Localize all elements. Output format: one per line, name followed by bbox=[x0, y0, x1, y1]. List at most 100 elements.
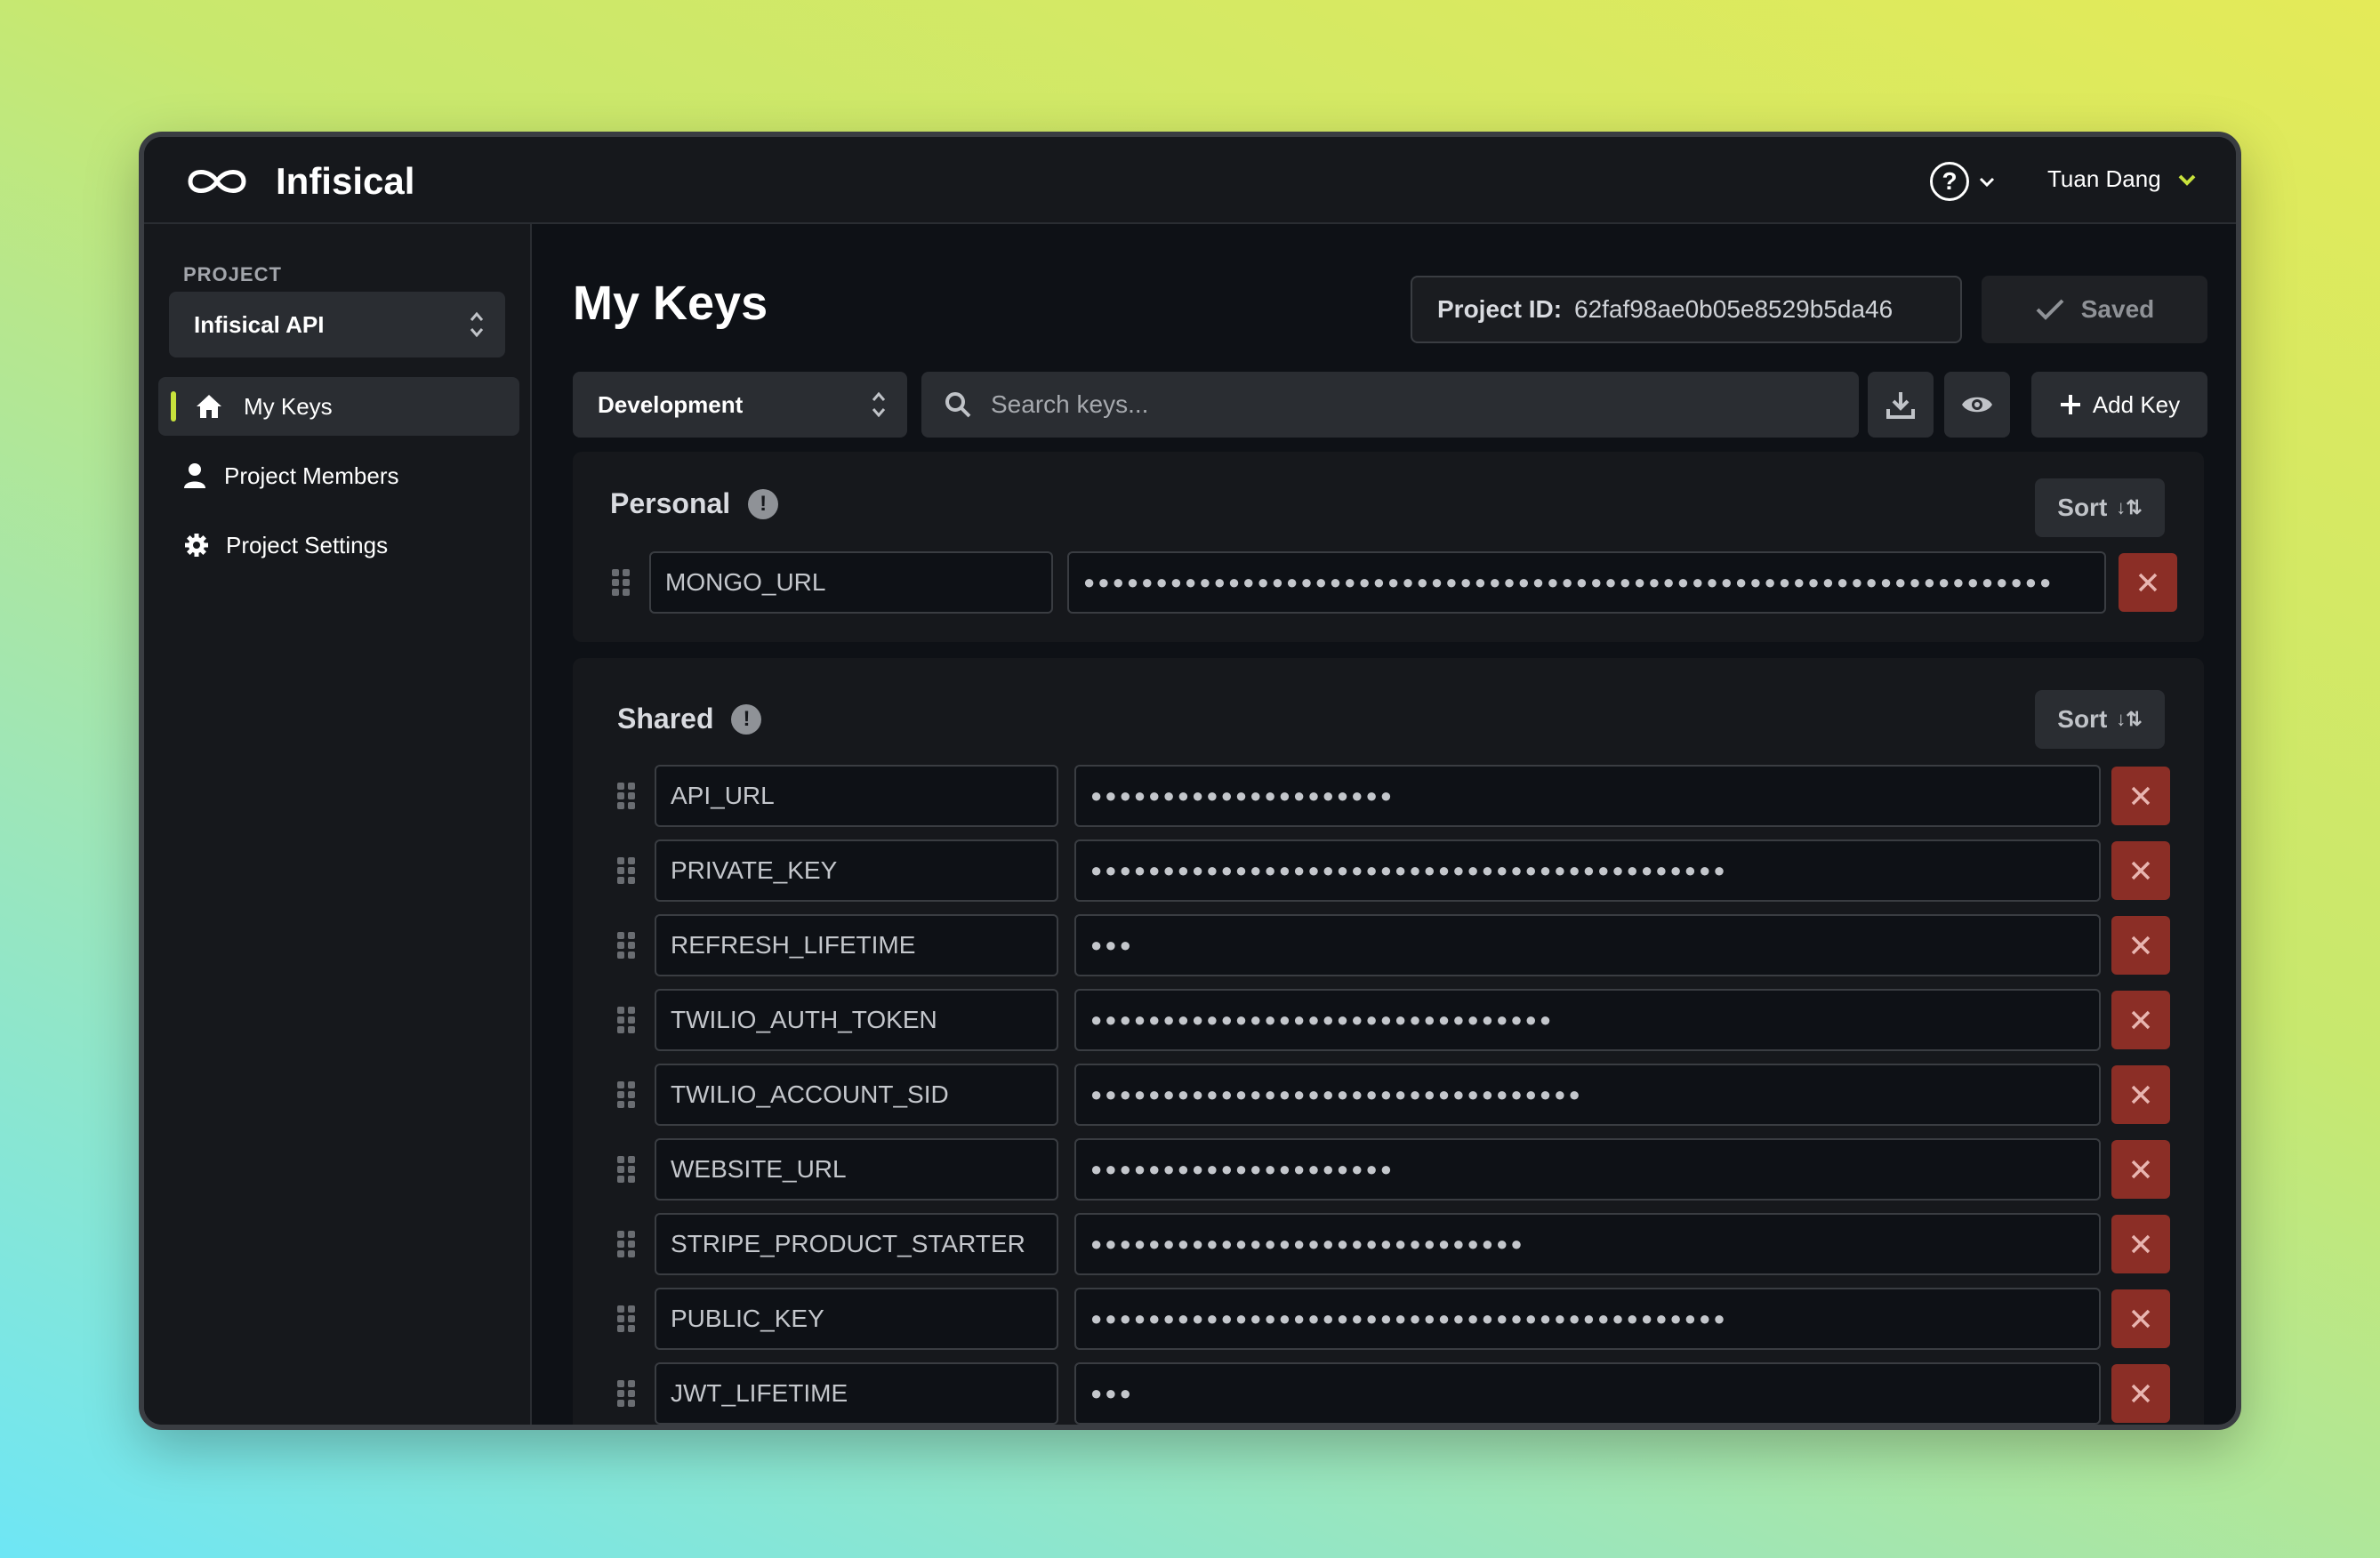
eye-icon bbox=[1962, 397, 1992, 413]
delete-key-button[interactable] bbox=[2111, 1289, 2170, 1348]
table-row: API_URL ●●●●●●●●●●●●●●●●●●●●● bbox=[573, 765, 2204, 827]
sort-icon: ↓⇅ bbox=[2116, 496, 2143, 518]
chevron-updown-icon bbox=[872, 391, 886, 418]
drag-handle-icon[interactable] bbox=[617, 1156, 637, 1183]
help-icon: ? bbox=[1930, 162, 1969, 201]
infinity-logo-icon bbox=[188, 170, 246, 193]
drag-handle-icon[interactable] bbox=[612, 569, 631, 596]
key-name-field[interactable]: JWT_LIFETIME bbox=[655, 1362, 1058, 1425]
delete-key-button[interactable] bbox=[2111, 991, 2170, 1049]
sidebar-item-label: My Keys bbox=[244, 392, 333, 420]
drag-handle-icon[interactable] bbox=[617, 783, 637, 809]
table-row: REFRESH_LIFETIME ●●● bbox=[573, 914, 2204, 976]
saved-button[interactable]: Saved bbox=[1982, 276, 2207, 343]
personal-section: Personal ! Sort ↓⇅ MONGO_URL ●●●●●●●●●●●… bbox=[573, 452, 2204, 642]
search-box bbox=[921, 372, 1859, 438]
sidebar: PROJECT Infisical API My Keys Project Me… bbox=[144, 224, 532, 1425]
key-value-field[interactable]: ●●●●●●●●●●●●●●●●●●●●●●●●●●●●●●●●●●●●●●●●… bbox=[1074, 839, 2101, 902]
key-name-field[interactable]: PUBLIC_KEY bbox=[655, 1288, 1058, 1350]
sidebar-item-project-settings[interactable]: Project Settings bbox=[158, 516, 519, 574]
home-icon bbox=[194, 391, 224, 422]
key-value-field[interactable]: ●●●●●●●●●●●●●●●●●●●●●●●●●●●●●●●●●● bbox=[1074, 1064, 2101, 1126]
key-name-field[interactable]: TWILIO_ACCOUNT_SID bbox=[655, 1064, 1058, 1126]
close-icon bbox=[2131, 1160, 2151, 1179]
shared-section: Shared ! Sort ↓⇅ API_URL ●●●●●●●●●●●●●●●●… bbox=[573, 658, 2204, 1425]
sidebar-item-my-keys[interactable]: My Keys bbox=[158, 377, 519, 436]
delete-key-button[interactable] bbox=[2111, 1364, 2170, 1423]
sidebar-item-project-members[interactable]: Project Members bbox=[158, 446, 519, 505]
user-name: Tuan Dang bbox=[2047, 165, 2161, 192]
key-value-field[interactable]: ●●●●●●●●●●●●●●●●●●●●● bbox=[1074, 1138, 2101, 1201]
download-icon bbox=[1886, 392, 1915, 419]
chevron-down-icon bbox=[2178, 174, 2196, 186]
close-icon bbox=[2138, 573, 2158, 592]
add-key-button[interactable]: Add Key bbox=[2031, 372, 2207, 438]
section-title: Shared ! bbox=[617, 703, 762, 735]
key-name-field[interactable]: STRIPE_PRODUCT_STARTER bbox=[655, 1213, 1058, 1275]
sort-button[interactable]: Sort ↓⇅ bbox=[2035, 478, 2165, 537]
table-row: MONGO_URL ●●●●●●●●●●●●●●●●●●●●●●●●●●●●●●… bbox=[573, 551, 2204, 614]
key-value-field[interactable]: ●●● bbox=[1074, 914, 2101, 976]
user-menu-button[interactable]: Tuan Dang bbox=[2047, 165, 2197, 193]
drag-handle-icon[interactable] bbox=[617, 1305, 637, 1332]
table-row: TWILIO_ACCOUNT_SID ●●●●●●●●●●●●●●●●●●●●●●… bbox=[573, 1064, 2204, 1126]
info-icon[interactable]: ! bbox=[731, 703, 762, 735]
key-value-field[interactable]: ●●●●●●●●●●●●●●●●●●●●●●●●●●●●●● bbox=[1074, 1213, 2101, 1275]
delete-key-button[interactable] bbox=[2111, 1065, 2170, 1124]
user-icon bbox=[180, 461, 210, 491]
project-select[interactable]: Infisical API bbox=[169, 292, 505, 357]
key-value-field[interactable]: ●●●●●●●●●●●●●●●●●●●●● bbox=[1074, 765, 2101, 827]
info-icon[interactable]: ! bbox=[748, 488, 779, 519]
close-icon bbox=[2131, 936, 2151, 955]
key-value-field[interactable]: ●●●●●●●●●●●●●●●●●●●●●●●●●●●●●●●●●●●●●●●●… bbox=[1067, 551, 2106, 614]
key-name-field[interactable]: API_URL bbox=[655, 765, 1058, 827]
close-icon bbox=[2131, 1085, 2151, 1104]
key-name-field[interactable]: WEBSITE_URL bbox=[655, 1138, 1058, 1201]
add-key-label: Add Key bbox=[2092, 390, 2181, 418]
chevron-down-icon bbox=[1979, 177, 1995, 188]
drag-handle-icon[interactable] bbox=[617, 1007, 637, 1033]
key-value-field[interactable]: ●●●●●●●●●●●●●●●●●●●●●●●●●●●●●●●●●●●●●●●●… bbox=[1074, 1288, 2101, 1350]
shared-title: Shared bbox=[617, 703, 714, 735]
delete-key-button[interactable] bbox=[2111, 767, 2170, 825]
delete-key-button[interactable] bbox=[2111, 1215, 2170, 1273]
top-bar: Infisical ? Tuan Dang bbox=[144, 137, 2236, 224]
table-row: WEBSITE_URL ●●●●●●●●●●●●●●●●●●●●● bbox=[573, 1138, 2204, 1201]
help-menu-button[interactable]: ? bbox=[1930, 162, 1996, 201]
drag-handle-icon[interactable] bbox=[617, 857, 637, 884]
key-name-field[interactable]: TWILIO_AUTH_TOKEN bbox=[655, 989, 1058, 1051]
key-name-field[interactable]: REFRESH_LIFETIME bbox=[655, 914, 1058, 976]
delete-key-button[interactable] bbox=[2111, 916, 2170, 975]
project-id-display[interactable]: Project ID: 62faf98ae0b05e8529b5da46 bbox=[1411, 276, 1962, 343]
active-indicator bbox=[171, 391, 176, 422]
page-title: My Keys bbox=[573, 277, 768, 330]
sort-label: Sort bbox=[2057, 494, 2108, 521]
main-content: My Keys Project ID: 62faf98ae0b05e8529b5… bbox=[534, 224, 2236, 1425]
drag-handle-icon[interactable] bbox=[617, 1231, 637, 1257]
gear-icon bbox=[181, 530, 212, 560]
table-row: TWILIO_AUTH_TOKEN ●●●●●●●●●●●●●●●●●●●●●●●… bbox=[573, 989, 2204, 1051]
key-value-field[interactable]: ●●● bbox=[1074, 1362, 2101, 1425]
key-value-field[interactable]: ●●●●●●●●●●●●●●●●●●●●●●●●●●●●●●●● bbox=[1074, 989, 2101, 1051]
drag-handle-icon[interactable] bbox=[617, 1380, 637, 1407]
drag-handle-icon[interactable] bbox=[617, 932, 637, 959]
search-icon bbox=[945, 392, 971, 418]
download-button[interactable] bbox=[1868, 372, 1934, 438]
table-row: JWT_LIFETIME ●●● bbox=[573, 1362, 2204, 1425]
sort-button[interactable]: Sort ↓⇅ bbox=[2035, 690, 2165, 749]
close-icon bbox=[2131, 786, 2151, 806]
delete-key-button[interactable] bbox=[2111, 841, 2170, 900]
delete-key-button[interactable] bbox=[2119, 553, 2177, 612]
plus-icon bbox=[2060, 395, 2080, 414]
project-name: Infisical API bbox=[194, 310, 325, 338]
search-input[interactable] bbox=[991, 390, 1791, 419]
toggle-visibility-button[interactable] bbox=[1944, 372, 2010, 438]
check-icon bbox=[2036, 299, 2064, 320]
delete-key-button[interactable] bbox=[2111, 1140, 2170, 1199]
environment-select[interactable]: Development bbox=[573, 372, 907, 438]
close-icon bbox=[2131, 1309, 2151, 1329]
key-name-field[interactable]: PRIVATE_KEY bbox=[655, 839, 1058, 902]
key-name-field[interactable]: MONGO_URL bbox=[649, 551, 1053, 614]
close-icon bbox=[2131, 1010, 2151, 1030]
drag-handle-icon[interactable] bbox=[617, 1081, 637, 1108]
